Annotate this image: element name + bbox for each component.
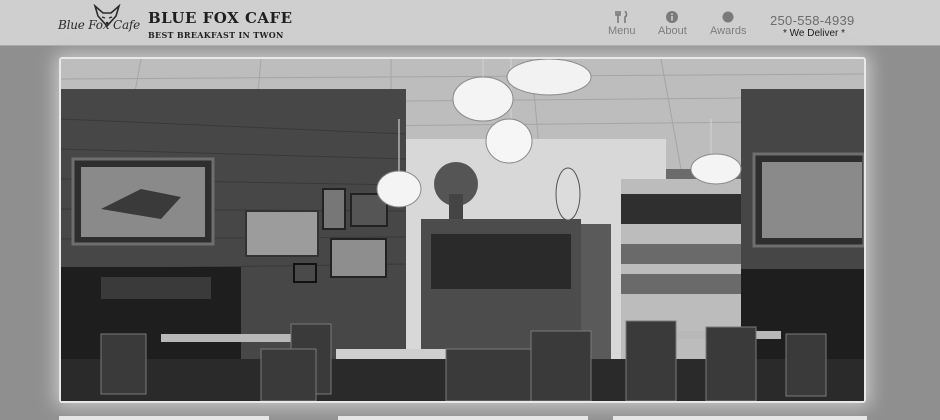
utensils-icon: [614, 11, 628, 23]
nav-awards[interactable]: Awards: [710, 11, 746, 37]
info-icon: [666, 11, 679, 23]
nav-awards-label: Awards: [710, 25, 747, 37]
nav-about[interactable]: About: [658, 11, 687, 37]
site-header: Blue Fox Cafe BLUE FOX CAFE BEST BREAKFA…: [0, 0, 940, 46]
card-top-3: [613, 416, 867, 420]
card-top-2: [338, 416, 588, 420]
brand-title: BLUE FOX CAFE: [148, 9, 293, 27]
nav-menu[interactable]: Menu: [608, 11, 636, 37]
award-icon: [722, 11, 734, 23]
nav-about-label: About: [658, 25, 687, 37]
site-logo[interactable]: Blue Fox Cafe: [58, 4, 140, 42]
fox-head-icon: [93, 4, 121, 28]
hero-photo: [59, 57, 866, 403]
brand-tagline: BEST BREAKFAST IN TWON: [148, 30, 284, 40]
delivery-note: * We Deliver *: [783, 28, 846, 39]
phone-number[interactable]: 250-558-4939: [770, 13, 855, 28]
nav-menu-label: Menu: [608, 25, 636, 37]
card-top-1: [59, 416, 269, 420]
cafe-interior-photo: [61, 59, 864, 401]
